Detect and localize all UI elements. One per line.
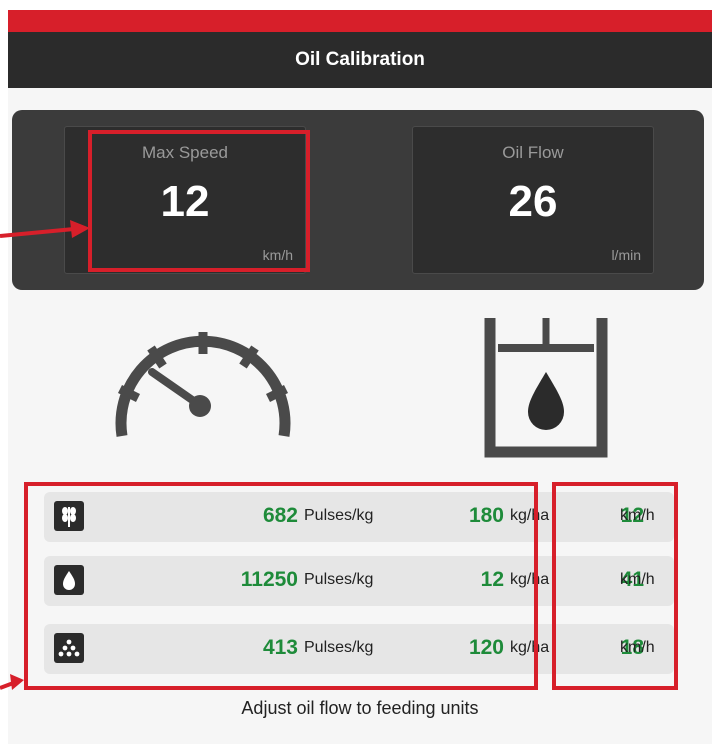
readout-panel: Max Speed 12 km/h Oil Flow 26 l/min: [12, 110, 704, 290]
max-speed-unit: km/h: [262, 247, 293, 263]
arrow-icon: [0, 220, 90, 238]
oil-flow-unit: l/min: [611, 247, 641, 263]
speedometer-icon: [115, 332, 291, 437]
rate-value: 120: [468, 636, 504, 659]
pulses-value: 413: [262, 636, 298, 659]
rate-value: 180: [468, 504, 504, 527]
max-speed-label: Max Speed: [142, 143, 228, 162]
page-title: Oil Calibration: [8, 32, 712, 88]
seed-drop-icon: [54, 565, 84, 595]
oil-tank-icon: [484, 318, 608, 458]
pulses-unit: Pulses/kg: [304, 571, 374, 588]
top-accent-bar: [8, 10, 712, 32]
pulses-value: 11250: [240, 568, 298, 591]
grain-icon: [54, 501, 84, 531]
max-speed-value: 12: [160, 177, 210, 226]
rate-unit: kg/ha: [510, 571, 550, 588]
speed-unit: km/h: [620, 639, 655, 656]
oil-flow-tile[interactable]: Oil Flow 26 l/min: [412, 126, 654, 274]
speed-unit: km/h: [620, 571, 655, 588]
oil-flow-value: 26: [508, 177, 558, 226]
rate-unit: kg/ha: [510, 507, 550, 524]
feeding-unit-row[interactable]: 11250 Pulses/kg 12 kg/ha 41 km/h: [44, 556, 674, 606]
footer-instruction: Adjust oil flow to feeding units: [241, 698, 479, 718]
pulses-unit: Pulses/kg: [304, 639, 374, 656]
feeding-unit-row[interactable]: 413 Pulses/kg 120 kg/ha 18 km/h: [44, 624, 674, 674]
rate-unit: kg/ha: [510, 639, 550, 656]
pulses-unit: Pulses/kg: [304, 507, 374, 524]
oil-flow-label: Oil Flow: [502, 143, 564, 162]
speed-unit: km/h: [620, 507, 655, 524]
arrow-icon: [0, 674, 24, 690]
max-speed-tile[interactable]: Max Speed 12 km/h: [64, 126, 306, 274]
feeding-unit-row[interactable]: 682 Pulses/kg 180 kg/ha 12 km/h: [44, 492, 674, 542]
granules-icon: [54, 633, 84, 663]
rate-value: 12: [480, 568, 504, 591]
pulses-value: 682: [262, 504, 298, 527]
